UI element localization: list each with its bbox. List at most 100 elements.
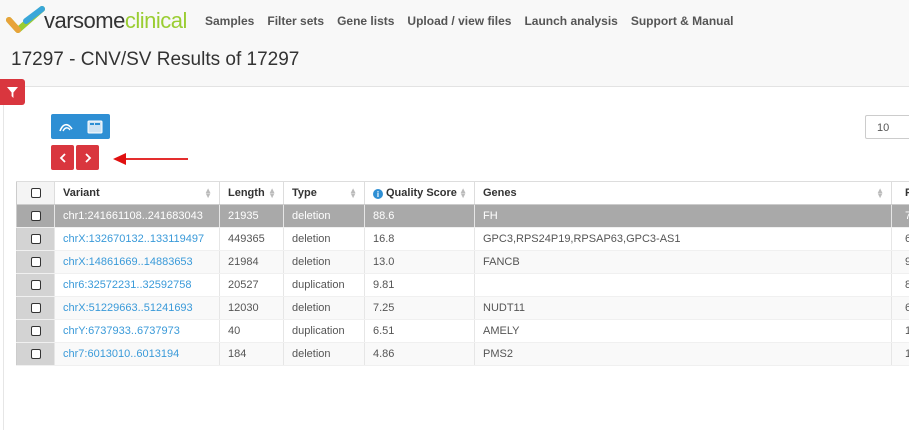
table-row[interactable]: chr1:241661108..241683043 21935 deletion… [16,204,909,228]
filter-icon [7,86,18,98]
length-cell: 20527 [219,273,284,297]
table-row[interactable]: chr7:6013010..6013194 184 deletion 4.86 … [16,342,909,366]
column-header-length[interactable]: Length ▲ ▼ [219,181,284,205]
igv-icon [87,120,102,133]
navbar: varsomeclinical Samples Filter sets Gene… [0,0,909,42]
extra-cell: 9 [891,250,909,274]
column-header-extra[interactable]: F [891,181,909,205]
genes-cell: GPC3,RPS24P19,RPSAP63,GPC3-AS1 [474,227,892,251]
logo-text-varsome: varsome [44,8,125,33]
left-divider [3,105,4,430]
variant-cell[interactable]: chr6:32572231..32592758 [54,273,220,297]
row-select-cell[interactable] [16,250,55,274]
type-cell: duplication [283,319,365,343]
quality-cell: 7.25 [364,296,475,320]
table-header-row: Variant ▲ ▼ Length ▲ ▼ Type ▲ ▼ i Quality Score… [16,181,909,205]
row-select-cell[interactable] [16,342,55,366]
variant-cell[interactable]: chrX:132670132..133119497 [54,227,220,251]
pager [51,145,101,170]
row-select-cell[interactable] [16,227,55,251]
page-size-select[interactable]: 10 [865,115,909,139]
next-button[interactable] [76,145,99,170]
variant-link[interactable]: chrX:51229663..51241693 [63,302,193,314]
select-all-cell[interactable] [16,181,55,205]
nav-support-manual[interactable]: Support & Manual [631,14,734,28]
row-checkbox[interactable] [30,326,41,337]
variant-cell[interactable]: chrX:14861669..14883653 [54,250,220,274]
extra-cell: 8 [891,273,909,297]
table-row[interactable]: chrX:14861669..14883653 21984 deletion 1… [16,250,909,274]
sort-icon: ▲ ▼ [349,186,357,200]
type-cell: duplication [283,273,365,297]
previous-button[interactable] [51,145,74,170]
extra-cell: 1 [891,342,909,366]
info-icon[interactable]: i [373,189,383,200]
row-checkbox[interactable] [30,211,41,222]
variant-link[interactable]: chrX:132670132..133119497 [63,233,204,245]
genes-cell: PMS2 [474,342,892,366]
nav-upload-view-files[interactable]: Upload / view files [407,14,511,28]
chevron-right-icon [84,152,91,163]
variant-link[interactable]: chr6:32572231..32592758 [63,279,191,291]
row-checkbox[interactable] [30,349,41,360]
variant-cell[interactable]: chrY:6737933..6737973 [54,319,220,343]
row-checkbox[interactable] [30,280,41,291]
column-header-genes[interactable]: Genes ▲ ▼ [474,181,892,205]
nav-launch-analysis[interactable]: Launch analysis [524,14,617,28]
row-checkbox[interactable] [30,257,41,268]
table-row[interactable]: chrX:132670132..133119497 449365 deletio… [16,227,909,251]
row-select-cell[interactable] [16,204,55,228]
row-select-cell[interactable] [16,296,55,320]
genes-cell: AMELY [474,319,892,343]
variant-link[interactable]: chrY:6737933..6737973 [63,325,180,337]
variant-link[interactable]: chr1:241661108..241683043 [63,210,203,222]
type-cell: deletion [283,342,365,366]
variant-cell[interactable]: chr1:241661108..241683043 [54,204,220,228]
sort-icon: ▲ ▼ [876,186,884,200]
nav-filter-sets[interactable]: Filter sets [267,14,324,28]
checkmark-logo-icon [6,6,45,33]
table-row[interactable]: chr6:32572231..32592758 20527 duplicatio… [16,273,909,297]
sort-icon: ▲ ▼ [268,186,276,200]
sort-icon: ▲ ▼ [204,186,212,200]
type-cell: deletion [283,250,365,274]
sort-icon: ▲ ▼ [459,186,467,200]
column-label: F [905,187,909,199]
igv-button[interactable] [80,114,109,139]
logo[interactable]: varsomeclinical [6,4,187,38]
row-checkbox[interactable] [30,234,41,245]
genes-cell: FANCB [474,250,892,274]
variant-cell[interactable]: chrX:51229663..51241693 [54,296,220,320]
column-header-quality-score[interactable]: i Quality Score ▲ ▼ [364,181,475,205]
variant-link[interactable]: chr7:6013010..6013194 [63,348,179,360]
select-all-checkbox[interactable] [30,188,41,199]
column-label: Variant [63,187,100,199]
length-cell: 184 [219,342,284,366]
row-select-cell[interactable] [16,319,55,343]
length-cell: 449365 [219,227,284,251]
filter-toggle-button[interactable] [0,79,25,105]
row-checkbox[interactable] [30,303,41,314]
genes-cell [474,273,892,297]
logo-text-clinical: clinical [124,8,188,33]
table-row[interactable]: chrY:6737933..6737973 40 duplication 6.5… [16,319,909,343]
length-cell: 21935 [219,204,284,228]
chevron-left-icon [59,152,66,163]
nav-samples[interactable]: Samples [205,14,254,28]
row-select-cell[interactable] [16,273,55,297]
extra-cell: 7 [891,204,909,228]
column-header-variant[interactable]: Variant ▲ ▼ [54,181,220,205]
chromosome-view-button[interactable] [51,114,80,139]
genes-cell: NUDT11 [474,296,892,320]
extra-cell: 6 [891,296,909,320]
variant-link[interactable]: chrX:14861669..14883653 [63,256,193,268]
nav-gene-lists[interactable]: Gene lists [337,14,394,28]
column-header-type[interactable]: Type ▲ ▼ [283,181,365,205]
wave-icon [58,123,73,131]
quality-cell: 4.86 [364,342,475,366]
type-cell: deletion [283,227,365,251]
column-label: Genes [483,187,517,199]
variant-cell[interactable]: chr7:6013010..6013194 [54,342,220,366]
column-label: Quality Score [386,186,457,199]
table-row[interactable]: chrX:51229663..51241693 12030 deletion 7… [16,296,909,320]
